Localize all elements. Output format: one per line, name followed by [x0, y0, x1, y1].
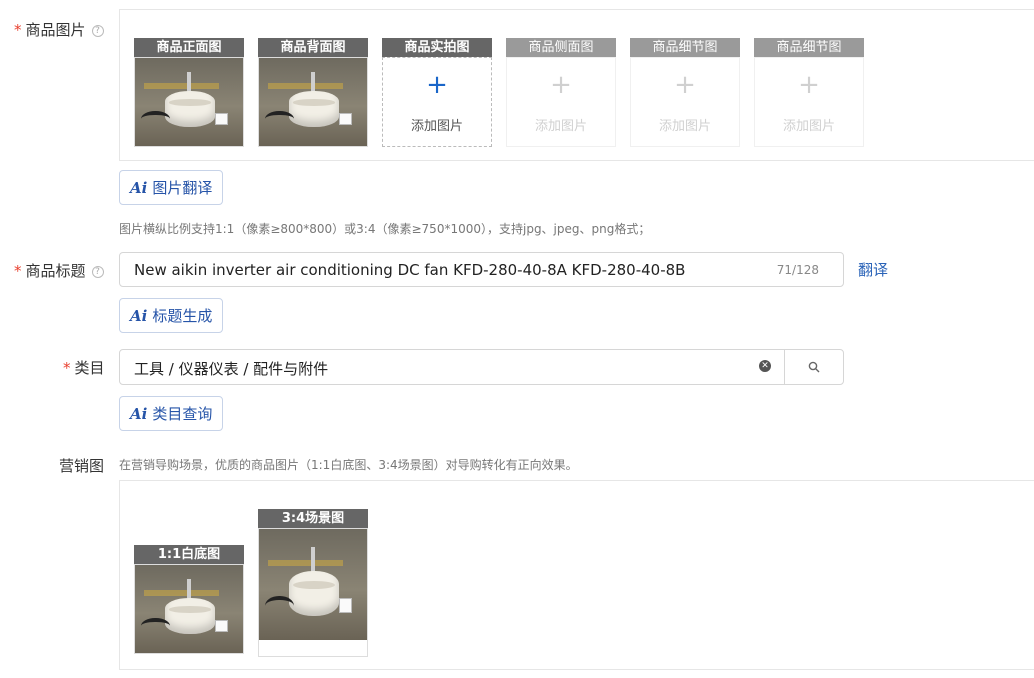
- product-photo[interactable]: [258, 528, 368, 657]
- image-translate-button[interactable]: Ai 图片翻译: [119, 170, 224, 205]
- help-icon[interactable]: ?: [91, 25, 104, 37]
- product-images-label: * 商品图片?: [14, 19, 104, 40]
- add-image-button[interactable]: + 添加图片: [754, 57, 864, 147]
- category-label: * 类目: [63, 359, 105, 377]
- image-slot-real-shot[interactable]: 商品实拍图 + 添加图片: [382, 38, 492, 147]
- image-slot-back[interactable]: 商品背面图: [258, 38, 368, 147]
- help-icon[interactable]: ?: [91, 266, 104, 278]
- required-mark: *: [14, 262, 22, 280]
- category-query-button[interactable]: Ai 类目查询: [119, 396, 224, 431]
- image-slot-detail-2[interactable]: 商品细节图 + 添加图片: [754, 38, 864, 147]
- marketing-hint: 在营销导购场景，优质的商品图片（1:1白底图、3:4场景图）对导购转化有正向效果…: [119, 458, 578, 472]
- search-icon: [808, 361, 820, 373]
- plus-icon: +: [550, 70, 572, 100]
- add-image-button[interactable]: + 添加图片: [382, 57, 492, 147]
- add-image-label: 添加图片: [782, 119, 835, 134]
- slot-caption: 商品细节图: [630, 38, 740, 57]
- product-images-panel: 商品正面图 商品背面图 商品实拍图 + 添加图片 商品侧面图 + 添加图片 商品…: [119, 9, 1034, 161]
- ai-icon: Ai: [130, 178, 148, 197]
- add-image-label: 添加图片: [658, 119, 711, 134]
- ai-icon: Ai: [130, 404, 148, 423]
- marketing-slot-scene[interactable]: 3:4场景图: [258, 509, 368, 657]
- char-count: 71/128: [776, 263, 819, 277]
- marketing-slot-white-bg[interactable]: 1:1白底图: [134, 545, 244, 654]
- image-slot-detail-1[interactable]: 商品细节图 + 添加图片: [630, 38, 740, 147]
- slot-caption: 商品细节图: [754, 38, 864, 57]
- category-input[interactable]: 工具 / 仪器仪表 / 配件与附件 ✕: [119, 349, 844, 385]
- search-button[interactable]: [784, 350, 843, 384]
- category-value[interactable]: 工具 / 仪器仪表 / 配件与附件: [134, 358, 328, 379]
- add-image-button[interactable]: + 添加图片: [630, 57, 740, 147]
- image-slot-front[interactable]: 商品正面图: [134, 38, 244, 147]
- marketing-label: 营销图: [59, 457, 105, 475]
- product-photo[interactable]: [258, 57, 368, 147]
- slot-caption: 商品实拍图: [382, 38, 492, 57]
- clear-icon[interactable]: ✕: [759, 360, 771, 372]
- plus-icon: +: [798, 70, 820, 100]
- title-generate-button[interactable]: Ai 标题生成: [119, 298, 224, 333]
- product-photo[interactable]: [134, 564, 244, 654]
- slot-caption: 商品背面图: [258, 38, 368, 57]
- translate-link[interactable]: 翻译: [858, 259, 888, 280]
- product-photo[interactable]: [134, 57, 244, 147]
- slot-caption: 3:4场景图: [258, 509, 368, 528]
- title-value[interactable]: New aikin inverter air conditioning DC f…: [134, 261, 685, 279]
- slot-caption: 商品侧面图: [506, 38, 616, 57]
- ai-icon: Ai: [130, 306, 148, 325]
- image-format-hint: 图片横纵比例支持1:1（像素≥800*800）或3:4（像素≥750*1000）…: [119, 222, 651, 236]
- category-query-label: 类目查询: [152, 405, 213, 423]
- add-image-label: 添加图片: [410, 119, 463, 134]
- title-input[interactable]: New aikin inverter air conditioning DC f…: [119, 252, 844, 287]
- required-mark: *: [14, 21, 22, 39]
- marketing-images-panel: 1:1白底图 3:4场景图: [119, 480, 1034, 670]
- plus-icon: +: [426, 70, 448, 100]
- add-image-label: 添加图片: [534, 119, 587, 134]
- title-label: * 商品标题?: [14, 260, 104, 281]
- image-translate-label: 图片翻译: [152, 179, 213, 197]
- slot-caption: 商品正面图: [134, 38, 244, 57]
- add-image-button[interactable]: + 添加图片: [506, 57, 616, 147]
- title-generate-label: 标题生成: [152, 307, 213, 325]
- plus-icon: +: [674, 70, 696, 100]
- required-mark: *: [63, 359, 71, 377]
- slot-caption: 1:1白底图: [134, 545, 244, 564]
- image-slot-side[interactable]: 商品侧面图 + 添加图片: [506, 38, 616, 147]
